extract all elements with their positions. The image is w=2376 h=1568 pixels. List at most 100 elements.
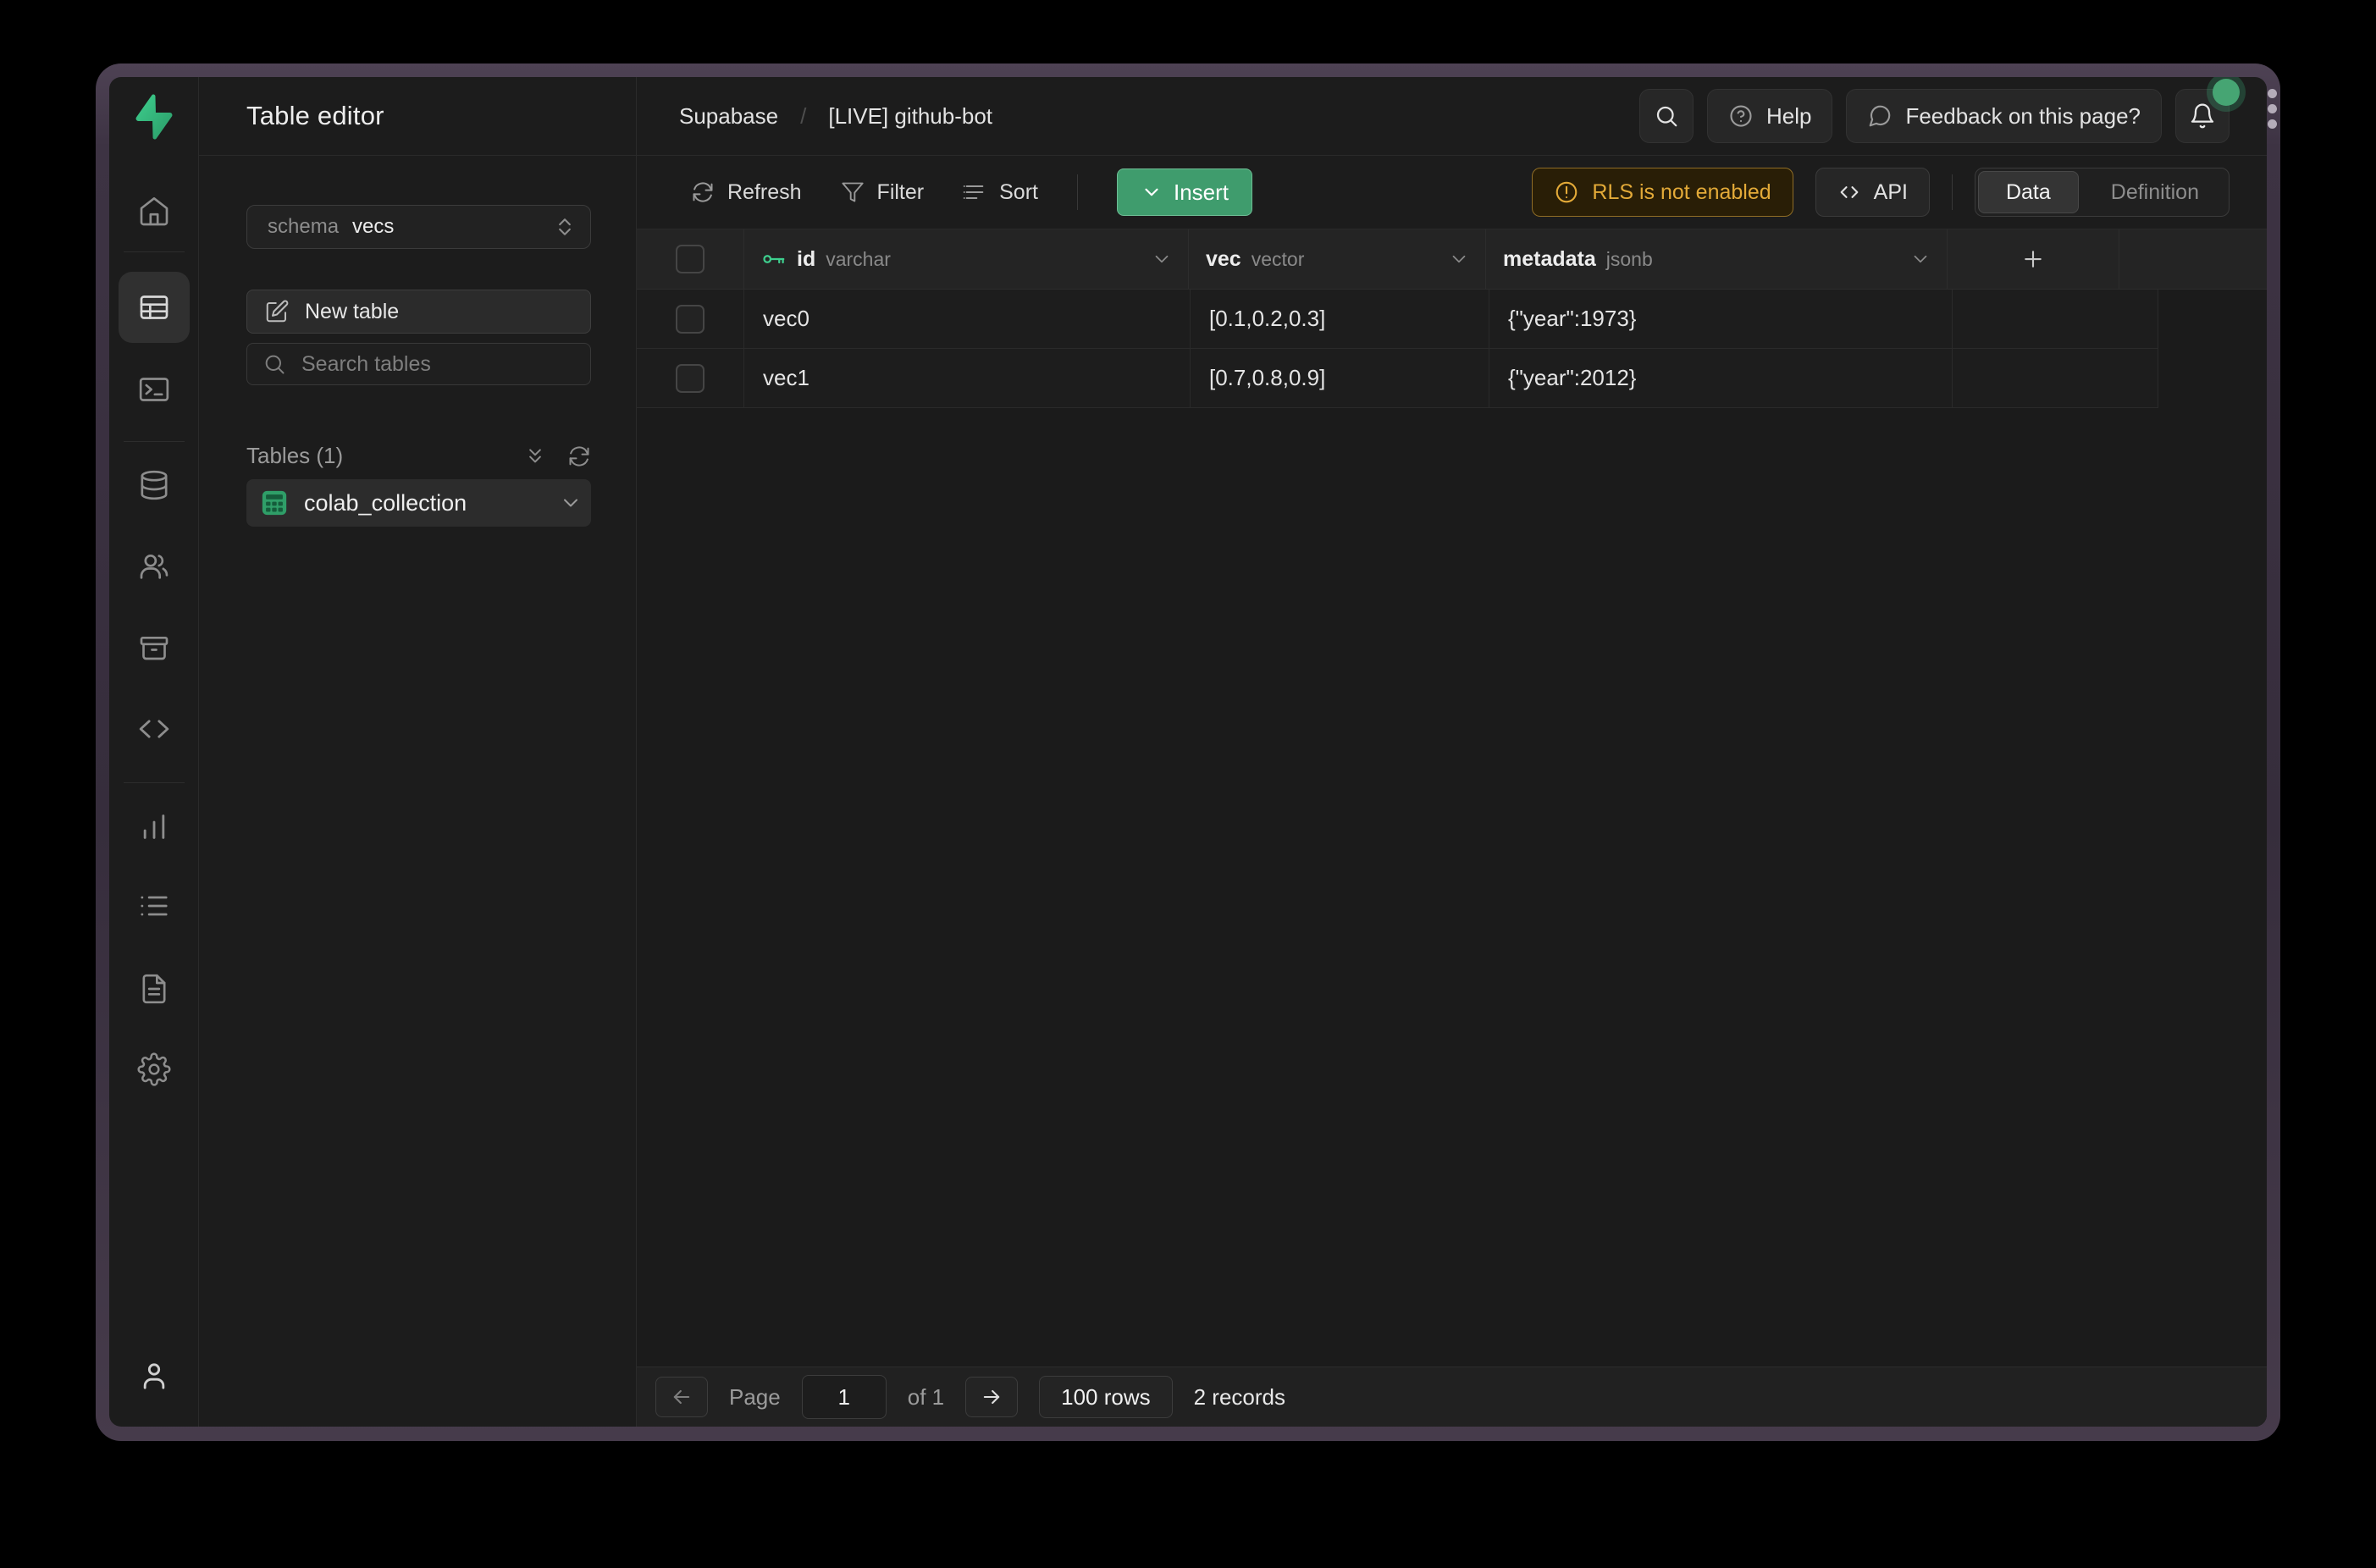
breadcrumb-org[interactable]: Supabase [679, 103, 778, 130]
chevrons-up-down-icon [553, 215, 577, 239]
bell-icon [2189, 102, 2216, 130]
cell-metadata[interactable]: {"year":2012} [1489, 349, 1953, 408]
chevron-down-icon [1141, 181, 1163, 203]
grid-header-row: id varchar vec vector meta [637, 229, 2267, 290]
main-content: Refresh Filter Sort [637, 156, 2267, 1427]
sort-label: Sort [999, 180, 1038, 205]
cell-id[interactable]: vec1 [744, 349, 1191, 408]
cell-id[interactable]: vec0 [744, 290, 1191, 349]
page-label: Page [729, 1384, 781, 1411]
tables-panel: schema vecs New table Tables (1) [199, 156, 637, 1427]
filter-button[interactable]: Filter [841, 180, 925, 205]
panel-header: Table editor [199, 77, 637, 156]
tab-data[interactable]: Data [1978, 171, 2079, 213]
row-select-cell [637, 290, 744, 349]
toolbar-divider [1952, 174, 1953, 210]
chat-bubble-icon [1867, 103, 1893, 129]
tab-definition[interactable]: Definition [2084, 172, 2226, 213]
cell-vec[interactable]: [0.7,0.8,0.9] [1191, 349, 1489, 408]
data-grid: id varchar vec vector meta [637, 229, 2267, 1366]
chevron-down-icon[interactable] [559, 491, 583, 515]
notification-status-dot [2213, 79, 2240, 106]
database-icon [137, 468, 171, 502]
chevron-down-icon[interactable] [1909, 248, 1931, 270]
auth-users-icon [137, 549, 171, 583]
chevron-down-icon[interactable] [1448, 248, 1470, 270]
schema-select[interactable]: schema vecs [246, 205, 591, 249]
column-header-vec[interactable]: vec vector [1189, 229, 1486, 289]
chevron-down-icon[interactable] [1151, 248, 1173, 270]
tables-heading: Tables (1) [246, 443, 343, 469]
arrow-left-icon [670, 1385, 693, 1409]
rls-warning-pill[interactable]: RLS is not enabled [1532, 168, 1793, 217]
nav-table-editor[interactable] [119, 272, 190, 343]
page-title: Table editor [246, 101, 384, 131]
search-tables-input[interactable] [300, 351, 575, 378]
table-row: vec0 [0.1,0.2,0.3] {"year":1973} [637, 290, 2267, 349]
column-header-metadata[interactable]: metadata jsonb [1486, 229, 1948, 289]
row-checkbox[interactable] [676, 364, 705, 393]
column-type: jsonb [1606, 248, 1653, 271]
table-list-item-colab-collection[interactable]: colab_collection [246, 479, 591, 527]
refresh-tables-icon[interactable] [567, 444, 591, 468]
nav-storage[interactable] [134, 627, 174, 668]
insert-button[interactable]: Insert [1117, 168, 1252, 216]
rail-divider [124, 251, 185, 252]
nav-settings[interactable] [134, 1049, 174, 1090]
settings-icon [137, 1052, 171, 1086]
supabase-app: Table editor Supabase / [LIVE] github-bo… [109, 77, 2267, 1427]
primary-key-icon [761, 246, 787, 272]
cell-empty [1953, 290, 2158, 349]
nav-edge-functions[interactable] [134, 709, 174, 749]
rows-per-page-button[interactable]: 100 rows [1039, 1376, 1173, 1418]
rail-divider [124, 782, 185, 783]
collapse-all-icon[interactable] [523, 444, 547, 468]
nav-home[interactable] [134, 190, 174, 231]
nav-sql-editor[interactable] [134, 369, 174, 410]
refresh-button[interactable]: Refresh [691, 180, 802, 205]
cell-vec[interactable]: [0.1,0.2,0.3] [1191, 290, 1489, 349]
sort-list-icon [963, 180, 986, 204]
search-tables-box [246, 343, 591, 385]
filter-label: Filter [877, 180, 925, 205]
search-button[interactable] [1639, 89, 1694, 143]
row-checkbox[interactable] [676, 305, 705, 334]
nav-database[interactable] [134, 465, 174, 505]
breadcrumb: Supabase / [LIVE] github-bot [679, 103, 992, 130]
nav-auth[interactable] [134, 546, 174, 587]
select-all-checkbox[interactable] [676, 245, 705, 273]
previous-page-button[interactable] [655, 1377, 708, 1417]
nav-reports[interactable] [134, 806, 174, 847]
help-button[interactable]: Help [1707, 89, 1832, 143]
search-icon [1654, 103, 1679, 129]
nav-logs[interactable] [134, 886, 174, 926]
pagination-bar: Page of 1 100 rows 2 records [637, 1366, 2267, 1427]
records-count: 2 records [1194, 1384, 1285, 1411]
main-header: Supabase / [LIVE] github-bot Help [637, 77, 2267, 156]
sort-button[interactable]: Sort [963, 180, 1038, 205]
window-handle-dots [2268, 89, 2277, 129]
view-mode-tabs: Data Definition [1975, 168, 2230, 217]
nav-profile[interactable] [134, 1355, 174, 1396]
add-column-button[interactable] [1948, 229, 2119, 289]
nav-docs[interactable] [134, 969, 174, 1009]
feedback-button[interactable]: Feedback on this page? [1846, 89, 2162, 143]
refresh-icon [691, 180, 715, 204]
rail-divider [124, 441, 185, 442]
page-number-input[interactable] [802, 1375, 887, 1419]
column-header-id[interactable]: id varchar [744, 229, 1189, 289]
api-button[interactable]: API [1815, 168, 1930, 217]
breadcrumb-separator: / [800, 103, 806, 130]
feedback-label: Feedback on this page? [1905, 103, 2141, 130]
cell-metadata[interactable]: {"year":1973} [1489, 290, 1953, 349]
arrow-right-icon [980, 1385, 1003, 1409]
select-all-cell [637, 229, 744, 289]
supabase-logo-icon[interactable] [130, 92, 179, 141]
new-table-button[interactable]: New table [246, 290, 591, 334]
green-table-icon [260, 489, 289, 517]
header-actions: Help Feedback on this page? [1639, 89, 2230, 143]
breadcrumb-project[interactable]: [LIVE] github-bot [828, 103, 992, 130]
warning-circle-icon [1554, 179, 1579, 205]
search-icon [262, 352, 286, 376]
next-page-button[interactable] [965, 1377, 1018, 1417]
